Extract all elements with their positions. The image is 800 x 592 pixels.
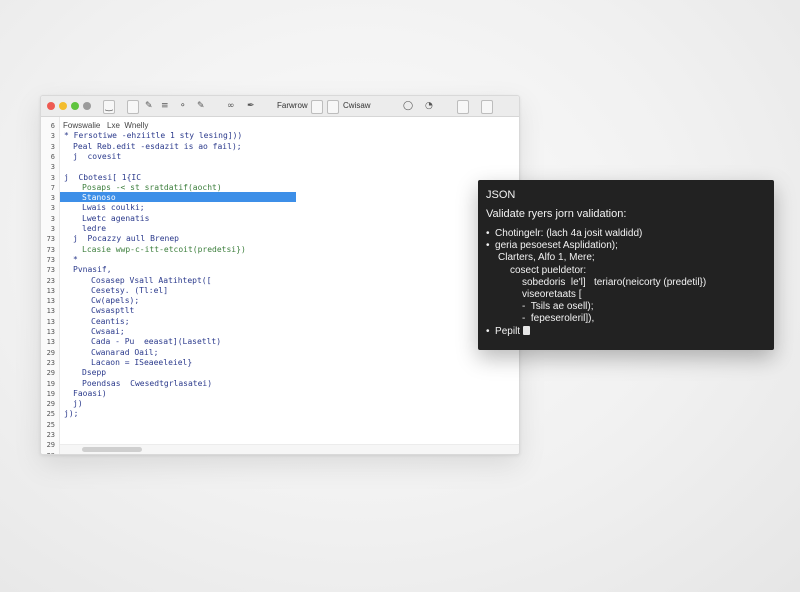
line-number: 7 [50, 183, 55, 192]
toolbar-label-right[interactable]: Cwisaw [343, 100, 371, 112]
line-number: 13 [46, 297, 55, 306]
line-number: 3 [50, 132, 55, 141]
panel-line: - fepeseroleril]), [522, 313, 595, 325]
minimize-window-button[interactable] [59, 102, 67, 110]
code-line[interactable]: j) [73, 399, 83, 409]
text-cursor-icon [523, 325, 531, 335]
code-line[interactable]: j Cbotesi[ 1{IC [64, 173, 141, 183]
code-line[interactable]: Cwsasptlt [91, 306, 134, 316]
code-line[interactable]: Lcasie wwp-c-itt-etcoit(predetsi}) [82, 245, 246, 255]
line-number: 29 [41, 452, 55, 454]
line-number-gutter: 6 3 3 6 3 3 7 3 3 3 3 73 73 73 73 23 13 13 13 13 13 13 29 23 29 1… [41, 117, 60, 454]
line-number: 3 [50, 173, 55, 182]
panel-line: • Pepilt [486, 325, 531, 337]
code-line[interactable]: Lacaon = ISeaeeleiel} [91, 358, 192, 368]
line-number: 25 [46, 410, 55, 419]
paint-icon[interactable]: ✎ [197, 100, 205, 112]
code-line[interactable]: * [73, 255, 78, 265]
line-number: 13 [46, 286, 55, 295]
editor-header: Fowswalie Lxe Wnelly [63, 121, 149, 130]
panel-line: sobedoris le'l] teriaro(neicorty (predet… [522, 276, 707, 288]
code-line[interactable]: Dsepp [82, 368, 106, 378]
code-line[interactable]: Lwetc agenatis [82, 214, 149, 224]
clock-icon[interactable]: ◔ [425, 100, 433, 112]
line-number: 13 [46, 317, 55, 326]
line-number: 73 [46, 245, 55, 254]
line-number: 73 [46, 235, 55, 244]
maximize-window-button[interactable] [71, 102, 79, 110]
panel-line: • geria pesoeset Asplidation); [486, 240, 618, 252]
chat-icon[interactable]: ⚬ [179, 100, 187, 112]
code-line[interactable]: Faoasi) [73, 389, 107, 399]
code-line[interactable]: * Fersotiwe -ehziitle 1 sty lesing])) [64, 131, 242, 141]
line-number: 3 [50, 225, 55, 233]
code-line[interactable]: j); [64, 409, 78, 419]
line-number: 3 [50, 214, 55, 223]
refresh-icon[interactable]: ◯ [403, 100, 413, 112]
panel-line: Clarters, Alfo 1, Mere; [498, 252, 595, 264]
panel-line: • Chotingelr: (lach 4a josit waldidd) [486, 228, 643, 239]
panel-subtitle: Validate ryers jorn validation: [486, 208, 627, 220]
line-number: 23 [46, 358, 55, 367]
code-line[interactable]: Pvnasif, [73, 265, 112, 275]
code-line[interactable]: j Pocazzy aull Brenep [73, 234, 179, 244]
panel-line: viseoretaats [ [522, 289, 582, 300]
code-line[interactable]: j covesit [73, 152, 121, 162]
code-line[interactable]: Cwsaai; [91, 327, 125, 337]
code-area[interactable]: Fowswalie Lxe Wnelly * Fersotiwe -ehziitl… [60, 117, 519, 454]
horizontal-scroll-track[interactable] [60, 444, 519, 454]
selected-code-line[interactable]: Stanoso [82, 193, 116, 203]
file-icon[interactable] [127, 100, 139, 114]
line-number: 6 [50, 152, 55, 161]
line-number: 3 [50, 142, 55, 151]
line-number: 29 [46, 441, 55, 450]
line-number: 73 [46, 255, 55, 264]
line-number: 13 [46, 307, 55, 316]
line-number: 13 [46, 328, 55, 336]
horizontal-scrollbar[interactable] [82, 447, 142, 452]
page-icon[interactable] [457, 100, 469, 114]
code-line[interactable]: Cosasep Vsall Aatihtept([ [91, 276, 211, 286]
line-number: 29 [46, 369, 55, 378]
close-window-button[interactable] [47, 102, 55, 110]
frame-icon[interactable] [327, 100, 339, 114]
code-line[interactable]: Ceantis; [91, 317, 130, 327]
line-number: 6 [50, 122, 55, 130]
code-line[interactable]: Cwanarad Oail; [91, 348, 158, 358]
format-icon[interactable]: ≡ [161, 100, 169, 112]
line-number: 29 [46, 400, 55, 409]
line-number: 13 [46, 338, 55, 347]
panel-line: cosect pueldetor: [510, 264, 587, 276]
line-number: 3 [50, 204, 55, 213]
line-number: 23 [46, 431, 55, 439]
code-line[interactable]: Cada - Pu eeasat](Lasetlt) [91, 337, 221, 347]
line-number: 19 [46, 389, 55, 398]
line-number: 23 [46, 276, 55, 285]
extra-window-button[interactable] [83, 102, 91, 110]
code-line[interactable]: Cesetsy. (Tl:el] [91, 286, 168, 296]
code-line[interactable]: Poendsas Cwesedtgrlasatei) [82, 379, 212, 389]
code-editor-window: ‿ ✎ ≡ ⚬ ✎ ∞ ✒ Farwrow Cwisaw ◯ ◔ 6336337… [40, 95, 520, 455]
link-icon[interactable]: ∞ [227, 100, 235, 112]
code-line[interactable]: Cw(apels); [91, 296, 139, 306]
code-line[interactable]: Lwais coulki; [82, 203, 145, 213]
edit-icon[interactable]: ✎ [145, 100, 153, 112]
panel-title: JSON [486, 189, 516, 201]
code-icon[interactable]: ‿ [103, 100, 115, 114]
line-number: 73 [46, 266, 55, 275]
editor-toolbar: ‿ ✎ ≡ ⚬ ✎ ∞ ✒ Farwrow Cwisaw ◯ ◔ [41, 96, 519, 117]
image-icon[interactable] [311, 100, 323, 114]
expand-icon[interactable] [481, 100, 493, 114]
code-line[interactable]: Peal Reb.edit -esdazit is ao fail); [73, 142, 242, 152]
line-number: 29 [46, 348, 55, 357]
line-number: 25 [46, 420, 55, 429]
pen-icon[interactable]: ✒ [247, 100, 255, 112]
code-line[interactable]: ledre [82, 224, 106, 234]
toolbar-label-left[interactable]: Farwrow [277, 100, 308, 112]
line-number: 3 [50, 163, 55, 172]
line-number: 19 [46, 379, 55, 388]
line-number: 3 [50, 194, 55, 203]
panel-line: - Tsils ae osell); [522, 301, 594, 313]
json-validation-panel: JSON Validate ryers jorn validation: • C… [478, 180, 774, 350]
